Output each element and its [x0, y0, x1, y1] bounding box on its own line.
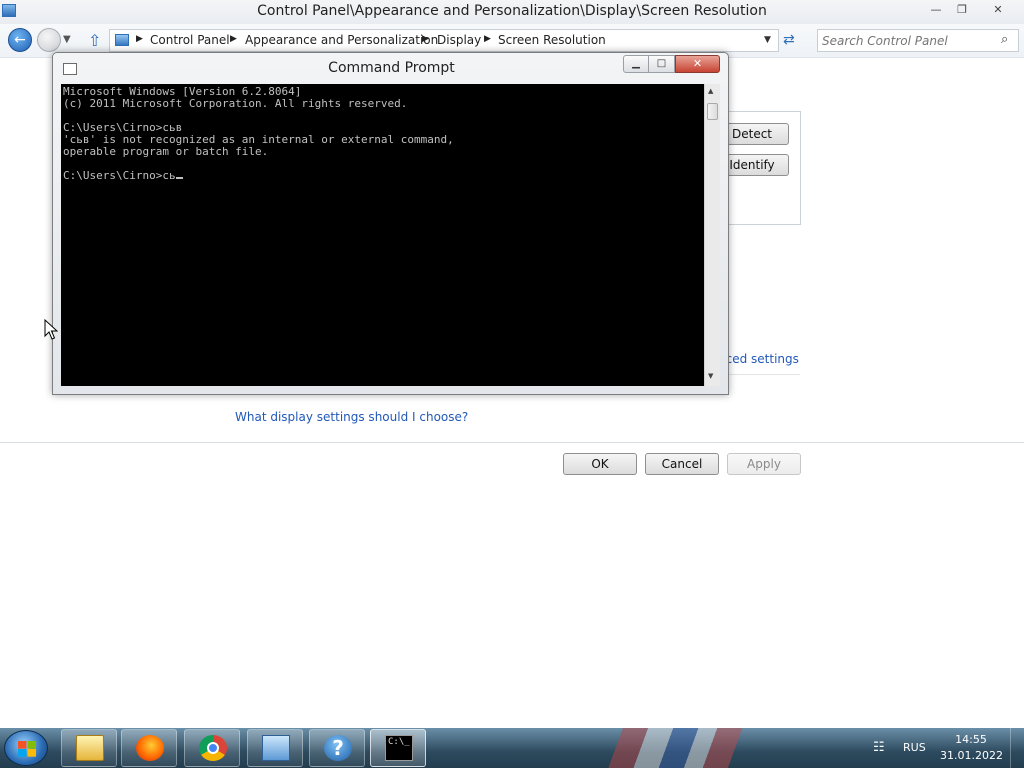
console-line: operable program or batch file. [63, 145, 269, 158]
show-desktop-button[interactable] [1010, 728, 1024, 768]
cmd-icon: C:\_ [385, 735, 413, 761]
minimize-icon[interactable]: — [924, 2, 948, 19]
breadcrumb-separator-icon[interactable]: ▶ [422, 34, 429, 44]
scrollbar-thumb[interactable] [707, 103, 718, 120]
close-icon[interactable]: ✕ [976, 2, 1020, 19]
breadcrumb-appearance[interactable]: Appearance and Personalization [245, 33, 438, 47]
address-bar[interactable]: ▶ Control Panel ▶ Appearance and Persona… [109, 29, 779, 52]
back-arrow-icon[interactable]: ← [8, 28, 32, 52]
minimize-icon[interactable]: ▁ [623, 55, 649, 73]
breadcrumb-control-panel[interactable]: Control Panel [150, 33, 230, 47]
refresh-icon[interactable]: ⇄ [783, 32, 795, 48]
taskbar: ? C:\_ ☷ RUS 14:55 31.01.2022 [0, 728, 1024, 768]
vertical-scrollbar[interactable]: ▲ ▼ [704, 84, 720, 386]
advanced-settings-link[interactable]: nced settings [718, 352, 799, 366]
search-icon[interactable]: ⌕ [1001, 32, 1008, 47]
help-icon: ? [324, 735, 352, 761]
breadcrumb-screen-resolution[interactable]: Screen Resolution [498, 33, 606, 47]
text-cursor [175, 177, 183, 179]
scroll-down-arrow-icon[interactable]: ▼ [708, 372, 713, 380]
wallpaper-art [560, 728, 860, 768]
console-input-line: C:\Users\Cirno>сь [63, 169, 176, 182]
apply-button: Apply [727, 453, 801, 475]
display-settings-help-link[interactable]: What display settings should I choose? [235, 410, 468, 424]
address-dropdown-icon[interactable]: ▼ [764, 35, 771, 45]
breadcrumb-separator-icon[interactable]: ▶ [230, 34, 237, 44]
control-panel-title: Control Panel\Appearance and Personaliza… [257, 3, 767, 19]
start-button[interactable] [4, 730, 48, 766]
control-panel-titlebar[interactable]: Control Panel\Appearance and Personaliza… [0, 0, 1024, 24]
ok-button[interactable]: OK [563, 453, 637, 475]
breadcrumb-separator-icon[interactable]: ▶ [484, 34, 491, 44]
chrome-center-icon [207, 742, 219, 754]
taskbar-chrome[interactable] [184, 729, 240, 767]
firefox-icon [136, 735, 164, 761]
console-output: Microsoft Windows [Version 6.2.8064] (c)… [63, 86, 454, 182]
mouse-pointer-icon [44, 319, 58, 340]
console-line: (c) 2011 Microsoft Corporation. All righ… [63, 97, 408, 110]
taskbar-command-prompt[interactable]: C:\_ [370, 729, 426, 767]
footer-divider [0, 442, 1024, 443]
cancel-button[interactable]: Cancel [645, 453, 719, 475]
scroll-up-arrow-icon[interactable]: ▲ [708, 87, 713, 95]
divider [718, 374, 800, 375]
up-arrow-icon[interactable]: ⇧ [88, 31, 101, 50]
search-box[interactable]: ⌕ [817, 29, 1019, 52]
explorer-icon [76, 735, 104, 761]
network-icon[interactable]: ☷ [873, 740, 891, 756]
recent-pages-chevron-icon[interactable]: ▼ [63, 34, 71, 45]
taskbar-explorer[interactable] [61, 729, 117, 767]
breadcrumb-display[interactable]: Display [437, 33, 481, 47]
taskbar-firefox[interactable] [121, 729, 177, 767]
maximize-icon[interactable]: □ [649, 55, 675, 73]
windows-logo-icon [18, 741, 36, 757]
control-panel-address-icon [115, 34, 129, 46]
search-input[interactable] [822, 32, 992, 49]
console-area[interactable]: Microsoft Windows [Version 6.2.8064] (c)… [61, 84, 704, 386]
language-indicator[interactable]: RUS [903, 741, 926, 754]
forward-arrow-icon[interactable] [37, 28, 61, 52]
taskbar-help[interactable]: ? [309, 729, 365, 767]
breadcrumb-separator-icon[interactable]: ▶ [136, 34, 143, 44]
command-prompt-window[interactable]: Command Prompt ▁ □ ✕ Microsoft Windows [… [52, 52, 729, 395]
close-icon[interactable]: ✕ [675, 55, 720, 73]
chrome-icon [199, 735, 227, 761]
restore-icon[interactable]: ❐ [950, 2, 974, 19]
taskbar-control-panel[interactable] [247, 729, 303, 767]
clock-date[interactable]: 31.01.2022 [940, 749, 1003, 762]
clock-time[interactable]: 14:55 [940, 733, 1002, 746]
control-panel-icon [262, 735, 290, 761]
